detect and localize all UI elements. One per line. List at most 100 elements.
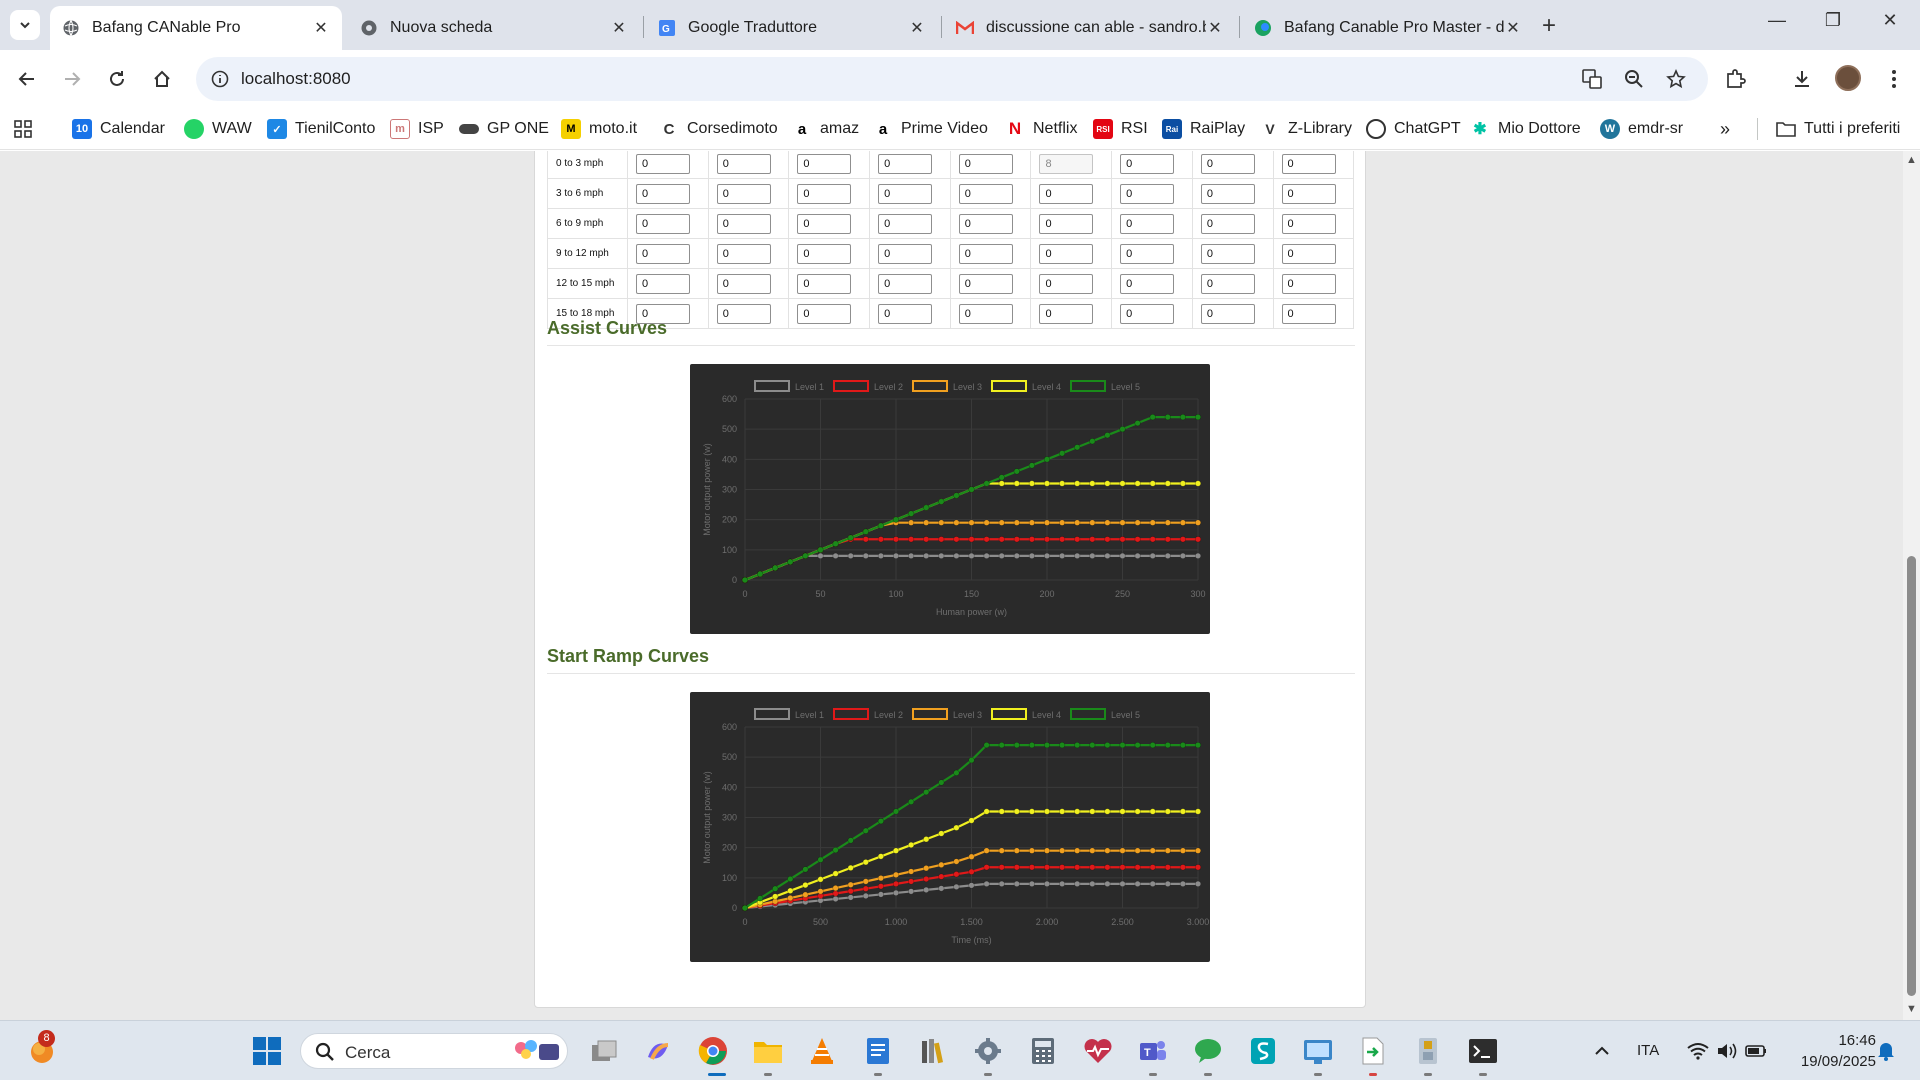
clock-time[interactable]: 16:46 [1826,1032,1876,1049]
vlc-button[interactable] [806,1035,838,1067]
tab-search-button[interactable] [10,10,40,40]
bookmark-raiplay[interactable]: Rai RaiPlay [1162,114,1245,144]
value-input[interactable] [716,213,771,234]
bookmark-z-library[interactable]: V Z-Library [1260,114,1352,144]
value-input[interactable] [958,153,1013,174]
bookmark-chatgpt[interactable]: ChatGPT [1366,114,1461,144]
close-icon[interactable]: ✕ [908,18,926,38]
tab-nuova-scheda[interactable]: Nuova scheda ✕ [348,6,640,50]
all-bookmarks-button[interactable]: Tutti i preferiti [1776,114,1900,144]
value-input[interactable] [878,243,933,264]
file-explorer-button[interactable] [752,1035,784,1067]
value-input[interactable] [1200,243,1255,264]
chrome-taskbar-button[interactable] [697,1035,729,1067]
profile-avatar[interactable] [1835,65,1861,91]
close-icon[interactable]: ✕ [610,18,628,38]
new-tab-button[interactable]: + [1542,12,1556,40]
show-hidden-icons-button[interactable] [1586,1035,1618,1067]
value-input[interactable] [636,273,690,294]
value-input[interactable] [716,303,771,324]
value-input[interactable] [958,273,1013,294]
value-input[interactable] [878,153,933,174]
value-input[interactable] [1200,153,1255,174]
value-input[interactable] [636,213,690,234]
start-button[interactable] [251,1035,283,1067]
value-input[interactable] [716,273,771,294]
bookmark-waw[interactable]: WAW [184,114,252,144]
bookmark-rsi[interactable]: RSI RSI [1093,114,1148,144]
value-input[interactable] [797,273,852,294]
value-input[interactable] [958,183,1013,204]
value-input[interactable] [1120,303,1175,324]
teams-button[interactable]: T [1137,1035,1169,1067]
value-input[interactable] [1120,153,1175,174]
apps-grid-icon[interactable] [14,120,32,138]
forward-button[interactable] [57,64,87,94]
value-input[interactable] [1039,273,1094,294]
value-input[interactable] [1281,303,1336,324]
bookmark-prime-video[interactable]: a Prime Video [873,114,988,144]
file-transfer-button[interactable] [1357,1035,1389,1067]
value-input[interactable] [1200,273,1255,294]
value-input[interactable] [1039,213,1094,234]
value-input[interactable] [878,303,933,324]
value-input[interactable] [1200,303,1255,324]
value-input[interactable] [797,213,852,234]
bookmark-calendar[interactable]: 10 Calendar [72,114,165,144]
tab-google-traduttore[interactable]: G Google Traduttore ✕ [646,6,938,50]
value-input[interactable] [1200,183,1255,204]
bookmark-isp[interactable]: m ISP [390,114,444,144]
bookmark-netflix[interactable]: N Netflix [1005,114,1077,144]
bookmark-mio-dottore[interactable]: ✱ Mio Dottore [1470,114,1581,144]
value-input[interactable] [716,153,771,174]
monitor-app-button[interactable] [1302,1035,1334,1067]
taskbar-search[interactable]: Cerca [300,1033,568,1069]
scroll-up-arrow[interactable]: ▲ [1906,154,1917,166]
task-view-button[interactable] [588,1035,620,1067]
value-input[interactable] [878,183,933,204]
page-scrollbar[interactable]: ▲ ▼ [1903,151,1920,1020]
value-input[interactable] [636,243,690,264]
archive-app-button[interactable] [1412,1035,1444,1067]
value-input[interactable] [958,303,1013,324]
bookmark-star-icon[interactable] [1666,69,1686,89]
tab-gmail-discussione[interactable]: discussione can able - sandro.b ✕ [944,6,1236,50]
value-input[interactable] [1039,183,1094,204]
scroll-thumb[interactable] [1907,556,1916,996]
volume-button[interactable] [1711,1035,1743,1067]
bookmark-amaz[interactable]: a amaz [792,114,859,144]
bookmark-gp-one[interactable]: GP ONE [459,114,549,144]
calculator-button[interactable] [1027,1035,1059,1067]
value-input[interactable] [1039,153,1094,174]
close-icon[interactable]: ✕ [312,18,330,38]
value-input[interactable] [1120,183,1175,204]
value-input[interactable] [716,183,771,204]
home-button[interactable] [147,64,177,94]
value-input[interactable] [1200,213,1255,234]
document-app-button[interactable] [862,1035,894,1067]
input-language[interactable]: ITA [1637,1042,1659,1059]
battery-button[interactable] [1740,1035,1772,1067]
value-input[interactable] [1039,303,1094,324]
value-input[interactable] [958,213,1013,234]
value-input[interactable] [797,153,852,174]
value-input[interactable] [716,243,771,264]
zoom-icon[interactable] [1624,69,1644,89]
value-input[interactable] [1281,153,1336,174]
restore-button[interactable]: ❐ [1813,10,1853,31]
downloads-button[interactable] [1787,64,1817,94]
notifications-button[interactable] [1870,1035,1902,1067]
value-input[interactable] [1281,213,1336,234]
value-input[interactable] [636,183,690,204]
network-button[interactable] [1682,1035,1714,1067]
value-input[interactable] [1281,183,1336,204]
bookmark-moto-it[interactable]: Mmoto.it [561,114,637,144]
value-input[interactable] [878,213,933,234]
minimize-button[interactable]: — [1757,10,1797,31]
value-input[interactable] [1039,243,1094,264]
chat-app-button[interactable] [1192,1035,1224,1067]
value-input[interactable] [1120,213,1175,234]
value-input[interactable] [958,243,1013,264]
value-input[interactable] [797,303,852,324]
reload-button[interactable] [102,64,132,94]
